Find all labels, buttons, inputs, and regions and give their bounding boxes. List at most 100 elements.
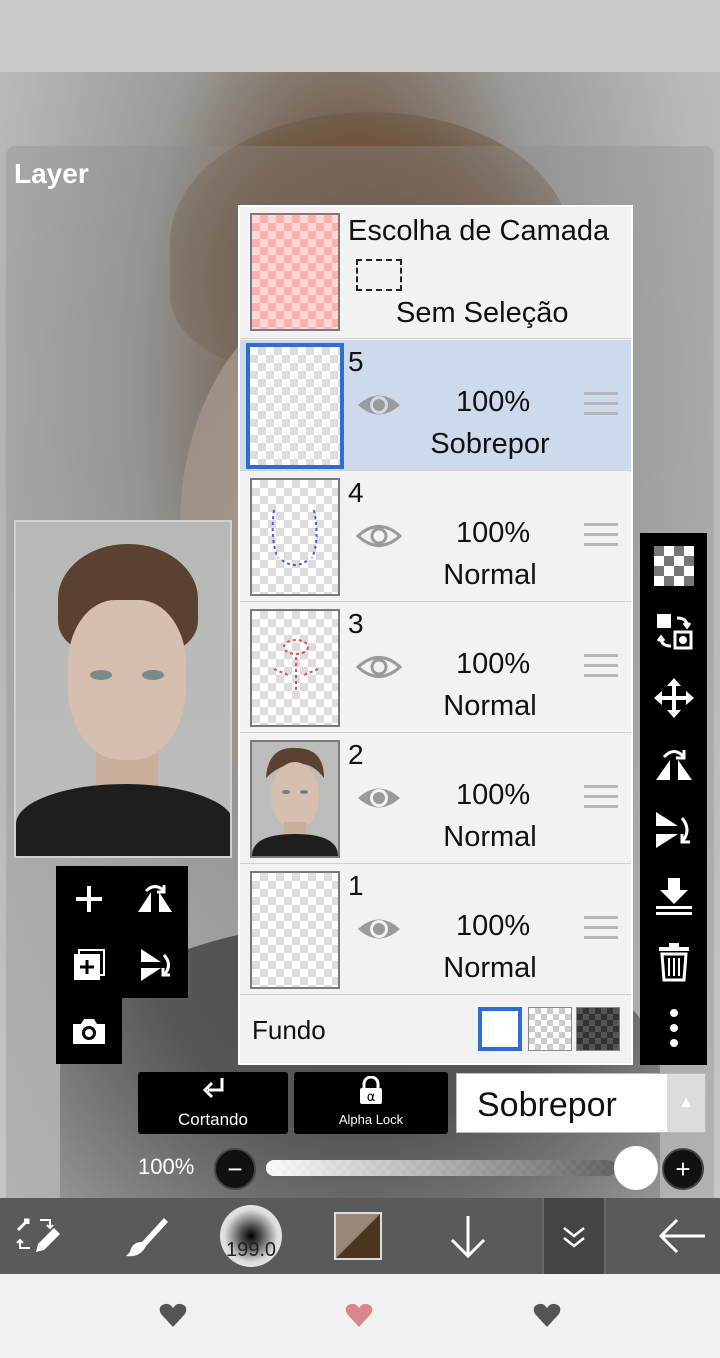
right-toolbar: [640, 533, 707, 1065]
flip-layer-vertical-button[interactable]: [122, 932, 188, 998]
flip-horizontal-button[interactable]: [640, 731, 707, 797]
layer-blend-mode: Sobrepor: [430, 428, 550, 460]
alpha-lock-icon: α: [360, 1076, 382, 1105]
layer-blend-mode: Normal: [443, 952, 537, 984]
back-arrow-icon: [658, 1218, 705, 1254]
selection-layer-row[interactable]: Escolha de Camada Sem Seleção: [240, 207, 631, 339]
brush-icon: [126, 1218, 168, 1257]
blend-mode-value: Sobrepor: [477, 1086, 617, 1124]
layer-panel-toggle-button[interactable]: [542, 1198, 606, 1274]
more-icon: [669, 1009, 678, 1047]
heart-icon[interactable]: [158, 1300, 188, 1330]
selection-thumbnail: [250, 213, 340, 331]
layer-blend-mode: Normal: [443, 690, 537, 722]
more-button[interactable]: [640, 995, 707, 1061]
opacity-slider[interactable]: [266, 1160, 616, 1176]
transform-button[interactable]: [640, 599, 707, 665]
selection-marquee-icon: [356, 259, 402, 291]
layer-2-photo: [252, 747, 338, 856]
eye-icon[interactable]: [356, 390, 402, 420]
add-layer-button[interactable]: [56, 866, 122, 932]
camera-icon: [73, 1019, 105, 1044]
heart-icon-highlight[interactable]: [344, 1300, 374, 1330]
blend-mode-select[interactable]: Sobrepor ▲: [456, 1073, 706, 1133]
brush-size-value: 199.0: [225, 1239, 277, 1261]
opacity-increase-button[interactable]: +: [662, 1148, 704, 1190]
back-button[interactable]: [644, 1198, 720, 1274]
preview-eye-left: [90, 670, 112, 680]
layer-opacity: 100%: [456, 517, 531, 549]
svg-text:α: α: [367, 1090, 376, 1105]
duplicate-layer-button[interactable]: [56, 932, 122, 998]
layer-blend-mode: Normal: [443, 821, 537, 853]
eye-outline-icon[interactable]: [356, 652, 402, 682]
canvas-preview[interactable]: [14, 520, 232, 858]
layer-row-3[interactable]: 3 100% Normal: [240, 602, 631, 733]
checker-icon: [653, 546, 694, 586]
layer-opacity: 100%: [456, 386, 531, 418]
drag-handle-icon[interactable]: [584, 916, 618, 942]
trash-icon: [658, 943, 689, 982]
drag-handle-icon[interactable]: [584, 523, 618, 549]
heart-icon[interactable]: [532, 1300, 562, 1330]
eye-icon[interactable]: [356, 914, 402, 944]
preview-face: [68, 600, 186, 760]
minus-icon: −: [227, 1153, 243, 1184]
move-icon: [653, 678, 694, 718]
flip-layer-horizontal-button[interactable]: [122, 866, 188, 932]
eye-outline-icon[interactable]: [356, 521, 402, 551]
system-nav-bar: [0, 1274, 720, 1358]
triangle-up-icon[interactable]: ▲: [667, 1074, 705, 1132]
opacity-decrease-button[interactable]: −: [214, 1148, 256, 1190]
layer-number: 3: [348, 608, 364, 639]
camera-button[interactable]: [56, 998, 122, 1064]
panel-title: Layer: [14, 158, 89, 189]
flip-vertical-button[interactable]: [640, 797, 707, 863]
swap-tool-icon: [16, 1218, 60, 1252]
background-label: Fundo: [252, 1015, 326, 1045]
merge-down-button[interactable]: [640, 863, 707, 929]
flip-h-icon: [655, 750, 692, 780]
layer-thumbnail: [250, 871, 340, 989]
color-swatch-button[interactable]: [334, 1212, 382, 1260]
arrow-down-icon: [450, 1216, 486, 1259]
move-button[interactable]: [640, 665, 707, 731]
drag-handle-icon[interactable]: [584, 392, 618, 418]
delete-layer-button[interactable]: [640, 929, 707, 995]
layer-row-2[interactable]: 2 100% Normal: [240, 733, 631, 864]
swap-tool-button[interactable]: [0, 1198, 76, 1274]
flip-vertical-icon: [141, 949, 170, 981]
merge-down-icon: [655, 878, 692, 915]
layer-opacity: 100%: [456, 779, 531, 811]
layer-row-1[interactable]: 1 100% Normal: [240, 864, 631, 995]
alpha-lock-button[interactable]: α Alpha Lock: [294, 1072, 448, 1134]
drag-handle-icon[interactable]: [584, 785, 618, 811]
brush-size-button[interactable]: 199.0: [220, 1205, 282, 1267]
opacity-row: 100% − +: [0, 1140, 720, 1196]
checker-button[interactable]: [640, 533, 707, 599]
layer-thumbnail: [246, 343, 344, 469]
opacity-slider-thumb[interactable]: [614, 1146, 658, 1190]
layer-row-5[interactable]: 5 100% Sobrepor: [240, 340, 631, 471]
arrow-down-button[interactable]: [430, 1198, 506, 1274]
slider-fade: [266, 1160, 616, 1176]
preview-shirt: [16, 784, 230, 856]
layer-number: 1: [348, 870, 364, 901]
layer-thumbnail: [250, 740, 340, 858]
drag-handle-icon[interactable]: [584, 654, 618, 680]
transform-icon: [656, 614, 692, 650]
background-dark-swatch[interactable]: [576, 1007, 620, 1051]
clipping-button[interactable]: Cortando: [138, 1072, 288, 1134]
background-row: Fundo: [240, 997, 631, 1063]
selection-title: Escolha de Camada: [348, 215, 610, 247]
plus-icon: +: [675, 1153, 691, 1184]
eye-icon[interactable]: [356, 783, 402, 813]
layer-row-4[interactable]: 4 100% Normal: [240, 471, 631, 602]
opacity-label: 100%: [138, 1154, 195, 1179]
layers-list: Escolha de Camada Sem Seleção 5 100% Sob…: [238, 205, 633, 1065]
background-white-swatch[interactable]: [478, 1007, 522, 1051]
brush-tool-button[interactable]: [108, 1198, 184, 1274]
background-transparent-swatch[interactable]: [528, 1007, 572, 1051]
preview-eye-right: [142, 670, 164, 680]
clipping-icon: [202, 1078, 224, 1099]
